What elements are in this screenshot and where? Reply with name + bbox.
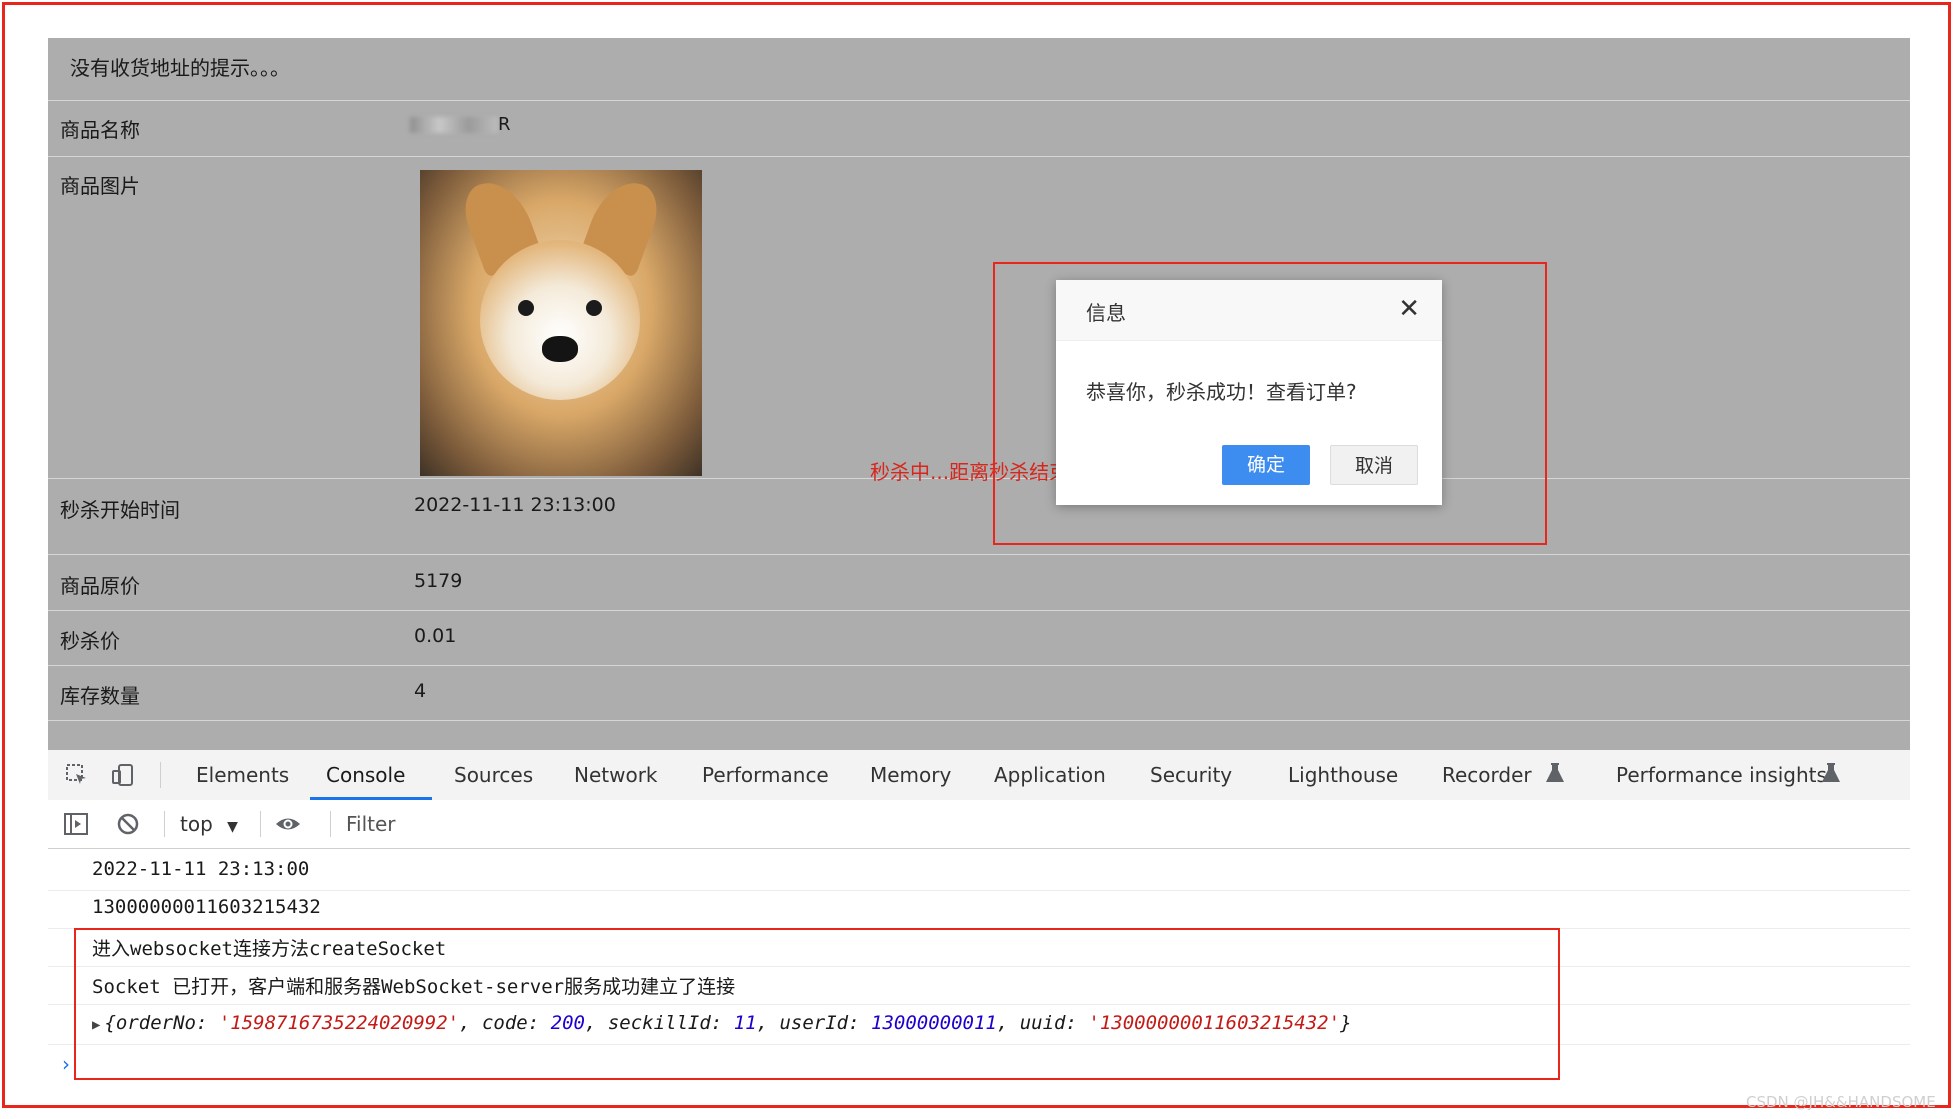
tab-performance-insights[interactable]: Performance insights xyxy=(1616,763,1827,787)
tab-sources[interactable]: Sources xyxy=(454,763,533,787)
console-filter-input[interactable]: Filter xyxy=(346,812,396,836)
row-divider xyxy=(48,665,1910,666)
context-selector[interactable]: top ▼ xyxy=(180,812,238,836)
no-address-notice: 没有收货地址的提示。。。 xyxy=(70,56,290,80)
watermark: CSDN @JH&&HANDSOME xyxy=(1746,1093,1936,1111)
original-price-value: 5179 xyxy=(414,570,463,592)
dog-face xyxy=(480,240,640,400)
clear-console-icon[interactable] xyxy=(114,810,142,838)
dog-eye xyxy=(586,300,602,316)
device-toolbar-icon[interactable] xyxy=(110,762,136,788)
dog-eye xyxy=(518,300,534,316)
row-divider xyxy=(48,156,1910,157)
tab-performance[interactable]: Performance xyxy=(702,763,829,787)
tab-memory[interactable]: Memory xyxy=(870,763,951,787)
toolbar-separator xyxy=(330,811,331,837)
seckill-start-label: 秒杀开始时间 xyxy=(60,498,180,522)
tab-network[interactable]: Network xyxy=(574,763,658,787)
devtools-tab-bar: Elements Console Sources Network Perform… xyxy=(48,750,1910,801)
product-detail-page: 没有收货地址的提示。。。 商品名称 R 商品图片 秒杀开始时间 2022-11-… xyxy=(48,38,1910,750)
annotation-console-box xyxy=(74,928,1560,1080)
stock-value: 4 xyxy=(414,680,427,702)
row-divider xyxy=(48,100,1910,101)
stock-label: 库存数量 xyxy=(60,684,140,708)
tab-recorder[interactable]: Recorder xyxy=(1442,763,1532,787)
seckill-price-label: 秒杀价 xyxy=(60,629,120,653)
console-toolbar: top ▼ Filter xyxy=(48,800,1910,849)
tab-security[interactable]: Security xyxy=(1150,763,1232,787)
tab-elements[interactable]: Elements xyxy=(196,763,289,787)
console-log-line: 2022-11-11 23:13:00 xyxy=(92,858,310,880)
tab-lighthouse[interactable]: Lighthouse xyxy=(1288,763,1398,787)
toolbar-separator xyxy=(164,811,165,837)
chevron-down-icon: ▼ xyxy=(227,819,238,835)
tab-console[interactable]: Console xyxy=(326,763,405,787)
product-image-label: 商品图片 xyxy=(60,174,140,198)
tab-application[interactable]: Application xyxy=(994,763,1106,787)
inspect-element-icon[interactable] xyxy=(64,762,90,788)
row-divider xyxy=(48,610,1910,611)
console-prompt-icon[interactable]: › xyxy=(62,1052,70,1076)
live-expression-icon[interactable] xyxy=(274,810,302,838)
annotation-dialog-box xyxy=(993,262,1547,545)
console-log-separator xyxy=(48,890,1910,891)
product-name-value: R xyxy=(498,114,511,135)
product-name-label: 商品名称 xyxy=(60,118,140,142)
context-selector-value: top xyxy=(180,812,213,836)
experimental-flask-icon xyxy=(1542,761,1568,787)
product-image xyxy=(420,170,702,476)
dog-nose xyxy=(542,336,578,362)
row-divider xyxy=(48,554,1910,555)
toolbar-separator xyxy=(160,762,161,788)
console-sidebar-icon[interactable] xyxy=(62,810,90,838)
original-price-label: 商品原价 xyxy=(60,574,140,598)
seckill-start-value: 2022-11-11 23:13:00 xyxy=(414,494,616,516)
seckill-price-value: 0.01 xyxy=(414,625,457,647)
row-divider xyxy=(48,720,1910,721)
experimental-flask-icon xyxy=(1818,761,1844,787)
console-log-line: 13000000011603215432 xyxy=(92,896,321,918)
toolbar-separator xyxy=(260,811,261,837)
product-name-blurred xyxy=(410,117,498,133)
